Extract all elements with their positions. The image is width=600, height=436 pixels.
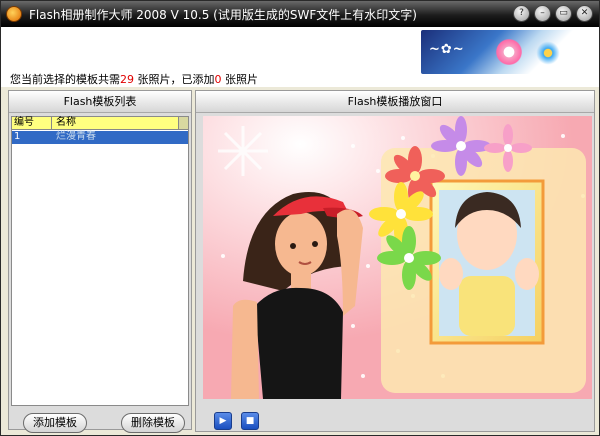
minimize-button[interactable]: – (534, 5, 551, 22)
help-button[interactable]: ? (513, 5, 530, 22)
stop-icon[interactable]: ■ (241, 412, 259, 430)
column-header-number[interactable]: 编号 (12, 117, 52, 129)
list-item[interactable]: 1 烂漫青春 (12, 131, 188, 144)
window-controls: ? – ▭ ✕ (513, 5, 593, 22)
title-bar[interactable]: Flash相册制作大师 2008 V 10.5 (试用版生成的SWF文件上有水印… (1, 1, 599, 27)
row-number: 1 (14, 131, 21, 142)
play-icon[interactable]: ▶ (214, 412, 232, 430)
app-icon (6, 6, 22, 22)
player-panel: Flash模板播放窗口 ▶ ■ (195, 90, 595, 432)
required-count: 29 (120, 73, 134, 86)
banner-logo: ~✿~ (429, 42, 465, 57)
player-controls: ▶ ■ (214, 412, 259, 430)
add-template-button[interactable]: 添加模板 (23, 413, 87, 433)
template-list-panel: Flash模板列表 编号 名称 1 烂漫青春 添加模板 删除模板 (8, 90, 192, 433)
flash-preview[interactable] (203, 116, 592, 399)
list-header: 编号 名称 (12, 117, 188, 130)
delete-template-button[interactable]: 删除模板 (121, 413, 185, 433)
status-suffix: 张照片 (225, 73, 258, 86)
status-text: 您当前选择的模板共需29 张照片，已添加0 张照片 (10, 71, 258, 87)
column-header-name[interactable]: 名称 (52, 117, 178, 129)
row-name: 烂漫青春 (56, 131, 96, 142)
status-prefix: 您当前选择的模板共需 (10, 73, 120, 86)
template-list[interactable]: 编号 名称 1 烂漫青春 (11, 116, 189, 406)
player-title: Flash模板播放窗口 (196, 91, 594, 113)
template-list-title: Flash模板列表 (9, 91, 191, 113)
window-title: Flash相册制作大师 2008 V 10.5 (试用版生成的SWF文件上有水印… (29, 7, 417, 22)
brand-banner: ~✿~ (421, 30, 581, 74)
header-scroll-end (178, 117, 188, 129)
preview-artwork (203, 116, 592, 399)
added-count: 0 (214, 73, 222, 86)
status-middle: 张照片，已添加 (137, 73, 215, 86)
maximize-button[interactable]: ▭ (555, 5, 572, 22)
close-button[interactable]: ✕ (576, 5, 593, 22)
app-window: Flash相册制作大师 2008 V 10.5 (试用版生成的SWF文件上有水印… (0, 0, 600, 436)
header: ~✿~ 您当前选择的模板共需29 张照片，已添加0 张照片 (1, 27, 599, 87)
